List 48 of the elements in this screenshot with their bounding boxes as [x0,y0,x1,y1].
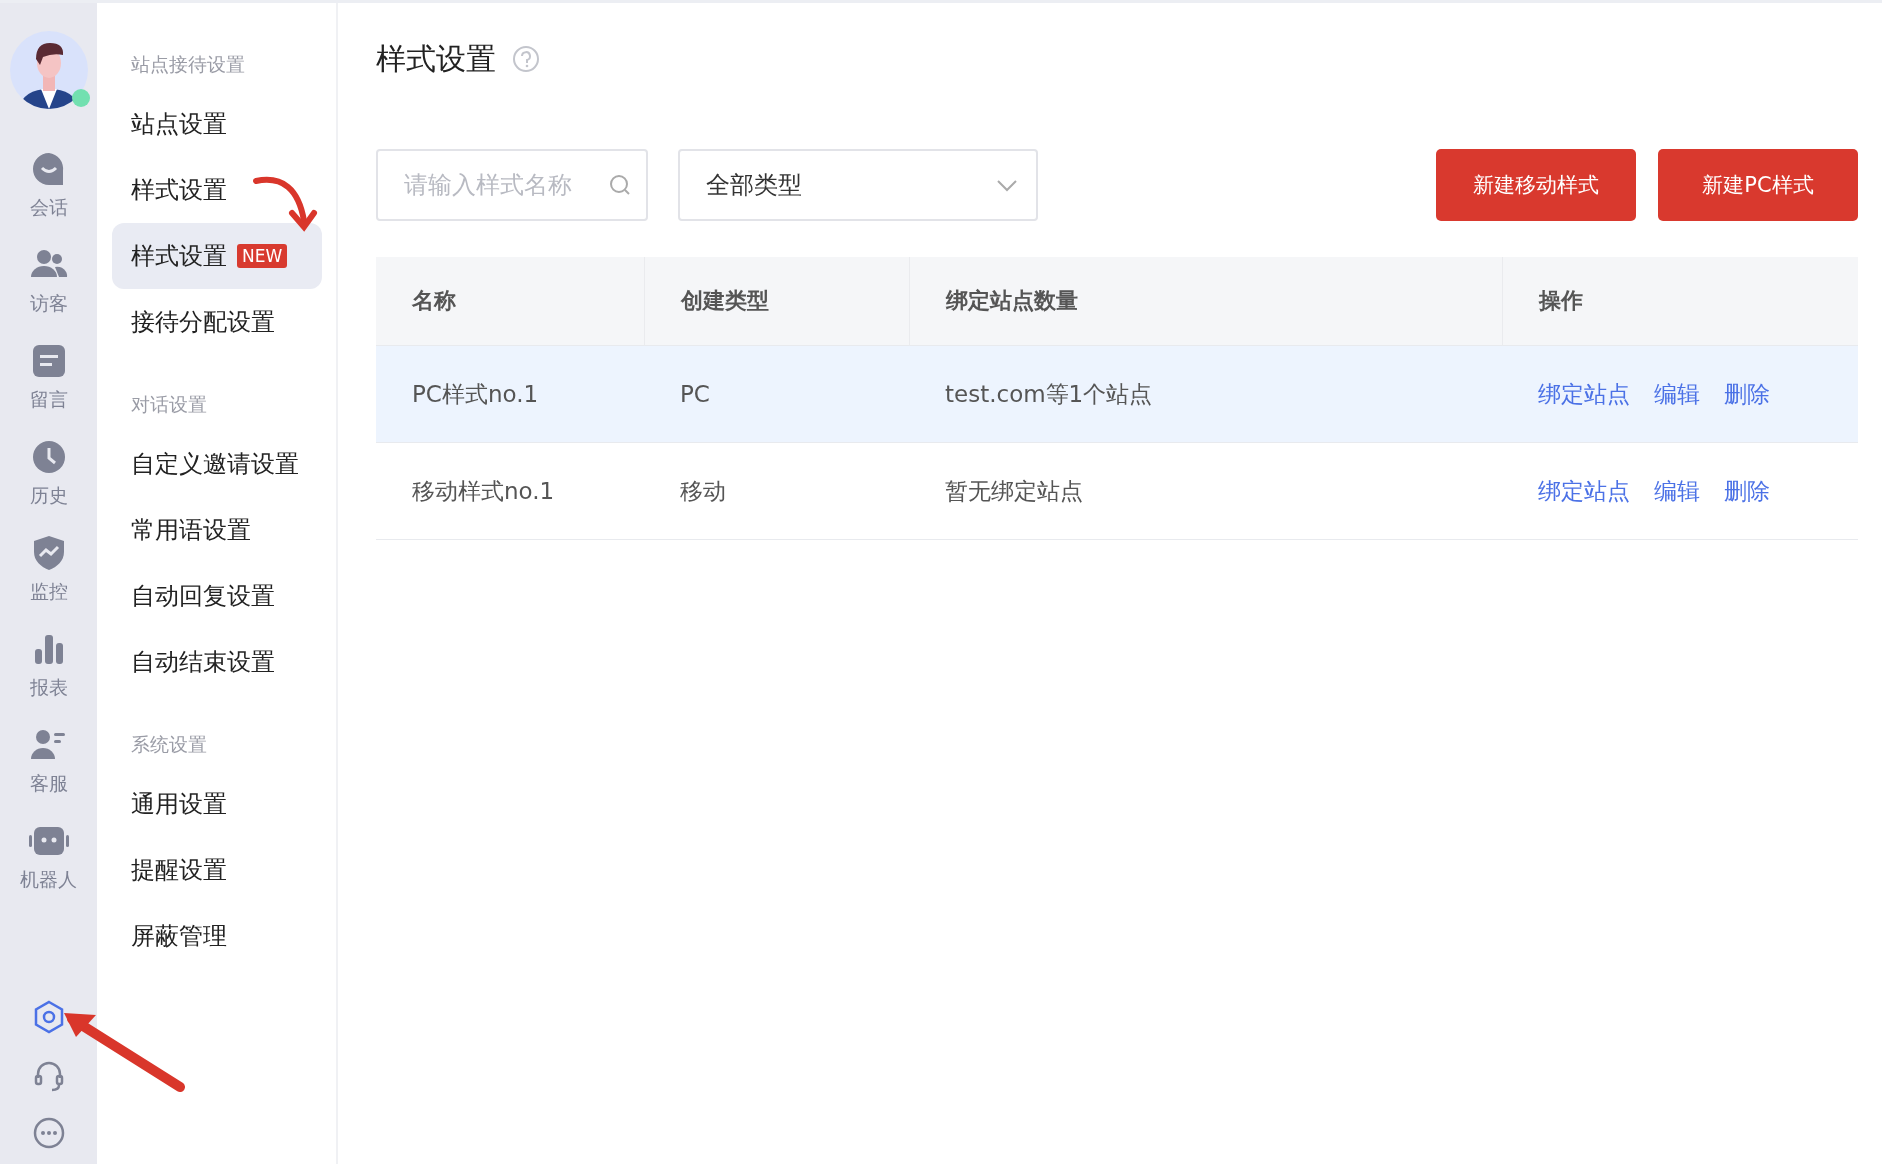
more-icon[interactable] [31,1116,66,1150]
rail-label[interactable]: 机器人 [20,867,77,893]
new-style-button[interactable]: 新建PC样式 [1658,149,1858,221]
page-title: 样式设置 [376,39,496,78]
action-link[interactable]: 删除 [1724,378,1770,410]
rail-label[interactable]: 监控 [29,579,68,605]
menu-item[interactable]: 站点设置 [112,91,322,157]
column-header: 名称 [376,257,644,346]
rail-label[interactable]: 留言 [29,387,68,413]
menu-group-title: 站点接待设置 [130,52,246,77]
menu-item[interactable]: 常用语设置 [112,497,322,563]
rail-label[interactable]: 历史 [29,483,68,509]
rail-label[interactable]: 报表 [29,675,68,701]
type-dropdown[interactable]: 全部类型 [678,149,1038,221]
menu-group-title: 对话设置 [130,392,208,417]
column-header: 操作 [1502,257,1858,346]
rail-label[interactable]: 会话 [29,195,68,221]
menu-item[interactable]: 提醒设置 [112,837,322,903]
table-cell: PC样式no.1 [376,346,644,443]
menu-item[interactable]: 自动结束设置 [112,629,322,695]
dropdown-value: 全部类型 [706,170,802,201]
menu-group-title: 系统设置 [130,732,208,757]
table-cell: PC [644,346,909,443]
chevron-down-icon [996,178,1018,192]
rail-label[interactable]: 访客 [29,291,68,317]
search-field[interactable]: 请输入样式名称 [376,149,648,221]
menu-item[interactable]: 通用设置 [112,771,322,837]
menu-item[interactable]: 样式设置 NEW [112,223,322,289]
menu-item[interactable]: 样式设置 [112,157,322,223]
column-header: 绑定站点数量 [909,257,1502,346]
search-icon [608,173,632,197]
menu-item-label[interactable]: 样式设置 [131,240,227,272]
annotation-arrow [252,175,318,233]
column-header: 创建类型 [644,257,909,346]
menu-item[interactable]: 自动回复设置 [112,563,322,629]
action-link[interactable]: 删除 [1724,475,1770,507]
table-cell: test.com等1个站点 [909,346,1502,443]
new-badge: NEW [237,244,288,268]
action-link[interactable]: 绑定站点 [1538,475,1630,507]
help-icon[interactable] [512,45,540,73]
menu-item[interactable]: 接待分配设置 [112,289,322,355]
rail-label[interactable]: 客服 [29,771,68,797]
action-link[interactable]: 绑定站点 [1538,378,1630,410]
menu-item[interactable]: 自定义邀请设置 [112,431,322,497]
action-link[interactable]: 编辑 [1654,378,1700,410]
new-style-button[interactable]: 新建移动样式 [1436,149,1636,221]
action-link[interactable]: 编辑 [1654,475,1700,507]
menu-item[interactable]: 屏蔽管理 [112,903,322,969]
